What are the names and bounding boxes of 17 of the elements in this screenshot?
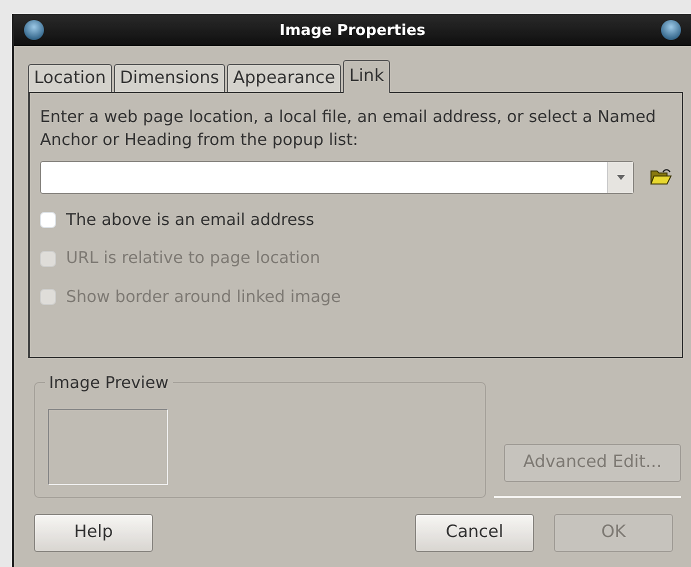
window-button[interactable] bbox=[660, 20, 681, 40]
checkbox[interactable] bbox=[40, 212, 56, 228]
checkbox-label: The above is an email address bbox=[66, 208, 314, 231]
instructions-text: Enter a web page location, a local file, an email address, or select a Named Anchor or Heading from the popup list: bbox=[40, 106, 657, 151]
window-title: Image Properties bbox=[280, 20, 426, 41]
dropdown-arrow-icon bbox=[616, 174, 624, 180]
tab[interactable]: Dimensions bbox=[114, 64, 226, 92]
checkbox-label: Show border around linked image bbox=[66, 286, 341, 308]
url-combo-box[interactable] bbox=[40, 160, 634, 194]
folder-icon[interactable] bbox=[650, 168, 672, 186]
tab[interactable]: Location bbox=[28, 64, 112, 92]
help-button[interactable]: Help bbox=[34, 514, 153, 552]
checkbox-label: URL is relative to page location bbox=[66, 247, 320, 270]
dialog-button[interactable]: Cancel bbox=[415, 514, 534, 552]
tab[interactable]: Link bbox=[343, 60, 390, 93]
tab[interactable]: Appearance bbox=[227, 64, 342, 92]
window-button[interactable] bbox=[24, 20, 44, 40]
